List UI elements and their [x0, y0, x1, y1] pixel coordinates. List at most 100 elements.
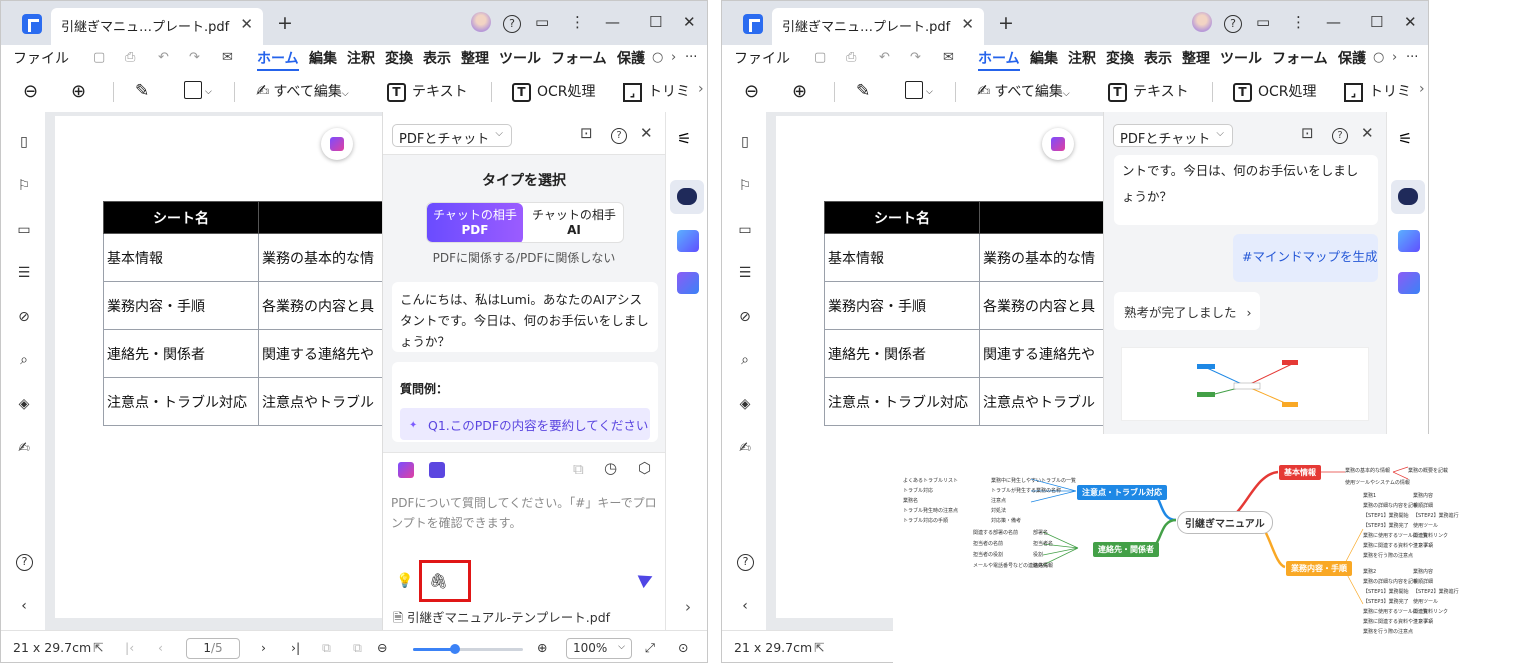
layer-icon[interactable]: ◈	[16, 396, 32, 412]
redo-icon[interactable]: ↷	[189, 50, 200, 65]
zoom-out-icon[interactable]: ⊖	[377, 640, 387, 655]
zoom-in-icon[interactable]: ⊕	[792, 81, 807, 102]
layers-list-icon[interactable]: ☰	[737, 265, 753, 281]
prompt-tips-icon[interactable]: 💡	[396, 573, 413, 589]
save-icon[interactable]: ▢	[814, 50, 826, 65]
menu-convert[interactable]: 変換	[385, 48, 413, 68]
translate-tool-icon[interactable]	[429, 462, 445, 478]
reading-mode-icon[interactable]: ⊙	[678, 640, 688, 655]
zoom-slider-knob[interactable]	[449, 644, 460, 654]
redo-icon[interactable]: ↷	[910, 50, 921, 65]
zoom-in-icon[interactable]: ⊕	[71, 81, 86, 102]
maximize-icon[interactable]: ☐	[1370, 13, 1383, 31]
feedback-icon[interactable]: ▭	[535, 13, 549, 31]
highlighter-icon[interactable]: ✎	[856, 81, 870, 101]
menu-view[interactable]: 表示	[423, 48, 451, 68]
bookmark-icon[interactable]: ⚐	[737, 178, 753, 194]
help-icon[interactable]: ?	[611, 124, 627, 144]
ocr-button[interactable]: T OCR処理	[1233, 81, 1317, 102]
zoom-in-icon[interactable]: ⊕	[537, 640, 547, 655]
minimize-icon[interactable]: —	[605, 13, 620, 31]
menu-edit[interactable]: 編集	[309, 48, 337, 68]
print-icon[interactable]: ⎙	[846, 50, 856, 65]
more-icon[interactable]: ···	[685, 50, 697, 65]
menu-annotate[interactable]: 注釈	[347, 48, 375, 68]
select-cursor-icon[interactable]: ⇱	[814, 640, 824, 655]
thinking-status[interactable]: 熟考が完了しました ›	[1114, 292, 1260, 330]
text-button[interactable]: T テキスト	[387, 81, 468, 102]
user-avatar[interactable]	[1192, 12, 1212, 32]
shape-dropdown[interactable]: ⌵	[905, 81, 933, 99]
last-page-icon[interactable]: ›|	[291, 640, 300, 655]
help-icon[interactable]: ?	[737, 553, 754, 571]
properties-icon[interactable]: ⚟	[677, 129, 699, 151]
signature-icon[interactable]: ✍	[737, 440, 753, 456]
properties-icon[interactable]: ⚟	[1398, 129, 1420, 151]
menu-protect[interactable]: 保護	[617, 48, 645, 68]
document-view[interactable]: シート名 基本情報 業務の基本的な情 業務内容・手順 各業務の内容と具 連絡先・関係…	[45, 112, 382, 630]
chat-with-ai-option[interactable]: チャットの相手 AI	[523, 203, 623, 242]
proofread-icon[interactable]	[677, 272, 699, 294]
highlighter-icon[interactable]: ✎	[135, 81, 149, 101]
menu-form[interactable]: フォーム	[1272, 48, 1328, 68]
signature-icon[interactable]: ✍	[16, 440, 32, 456]
save-icon[interactable]: ▢	[93, 50, 105, 65]
edit-all-button[interactable]: ✍ すべて編集⌵	[256, 81, 349, 101]
page-number-input[interactable]: 1/5	[186, 638, 240, 659]
undo-icon[interactable]: ↶	[158, 50, 169, 65]
next-page-icon[interactable]: ›	[261, 640, 266, 655]
expand-rail-icon[interactable]: ›	[677, 598, 699, 620]
close-window-icon[interactable]: ✕	[1404, 13, 1417, 31]
ocr-button[interactable]: T OCR処理	[512, 81, 596, 102]
menu-home[interactable]: ホーム	[257, 48, 299, 71]
help-icon[interactable]: ?	[503, 13, 521, 33]
help-icon[interactable]: ?	[1224, 13, 1242, 33]
mail-icon[interactable]: ✉	[222, 50, 233, 65]
new-tab-icon[interactable]: +	[277, 12, 293, 34]
zoom-slider[interactable]	[413, 644, 523, 654]
search-icon[interactable]: ⌕	[737, 352, 753, 368]
page-thumbnail-icon[interactable]: ▯	[16, 134, 32, 150]
fit-page-icon[interactable]: ⧉	[322, 640, 331, 656]
minimize-icon[interactable]: —	[1326, 13, 1341, 31]
menu-scroll-right-icon[interactable]: ›	[671, 50, 676, 65]
trim-button[interactable]: ⌟ トリミ	[1344, 81, 1411, 102]
close-window-icon[interactable]: ✕	[683, 13, 696, 31]
shape-dropdown[interactable]: ⌵	[184, 81, 212, 99]
more-vertical-icon[interactable]: ⋮	[1291, 13, 1306, 31]
page-thumbnail-icon[interactable]: ▯	[737, 134, 753, 150]
more-vertical-icon[interactable]: ⋮	[570, 13, 585, 31]
document-tab[interactable]: 引継ぎマニュ…プレート.pdf ✕	[51, 8, 263, 45]
menu-edit[interactable]: 編集	[1030, 48, 1058, 68]
ai-assistant-float-button[interactable]	[1042, 128, 1074, 160]
tab-close-icon[interactable]: ✕	[961, 15, 974, 33]
history-icon[interactable]: ◷	[604, 459, 617, 477]
comment-icon[interactable]: ▭	[737, 222, 753, 238]
search-icon[interactable]: ○	[1373, 50, 1384, 65]
attachment-icon[interactable]: ⊘	[16, 309, 32, 325]
new-chat-icon[interactable]: ⊡	[580, 124, 593, 142]
menu-file[interactable]: ファイル	[13, 48, 69, 68]
translate-icon[interactable]	[1398, 230, 1420, 252]
menu-scroll-right-icon[interactable]: ›	[1392, 50, 1397, 65]
menu-convert[interactable]: 変換	[1106, 48, 1134, 68]
help-icon[interactable]: ?	[16, 553, 33, 571]
zoom-out-icon[interactable]: ⊖	[23, 81, 38, 102]
edit-all-button[interactable]: ✍ すべて編集⌵	[977, 81, 1070, 101]
layer-icon[interactable]: ◈	[737, 396, 753, 412]
fullscreen-icon[interactable]: ⤢	[645, 640, 655, 656]
collapse-sidebar-icon[interactable]: ‹	[16, 598, 32, 614]
translate-icon[interactable]	[677, 230, 699, 252]
user-avatar[interactable]	[471, 12, 491, 32]
chat-mode-select[interactable]: PDFとチャット ⌵	[1113, 124, 1233, 147]
print-icon[interactable]: ⎙	[125, 50, 135, 65]
new-chat-icon[interactable]: ⊡	[1301, 124, 1314, 142]
close-panel-icon[interactable]: ✕	[1361, 124, 1374, 142]
ai-bot-tab-icon[interactable]	[670, 180, 704, 214]
pdf-ai-tool-icon[interactable]	[398, 462, 414, 478]
send-icon[interactable]	[637, 569, 656, 589]
menu-protect[interactable]: 保護	[1338, 48, 1366, 68]
example-question[interactable]: Q1.このPDFの内容を要約してください	[400, 408, 650, 440]
menu-tools[interactable]: ツール	[1220, 48, 1262, 68]
more-icon[interactable]: ···	[1406, 50, 1418, 65]
